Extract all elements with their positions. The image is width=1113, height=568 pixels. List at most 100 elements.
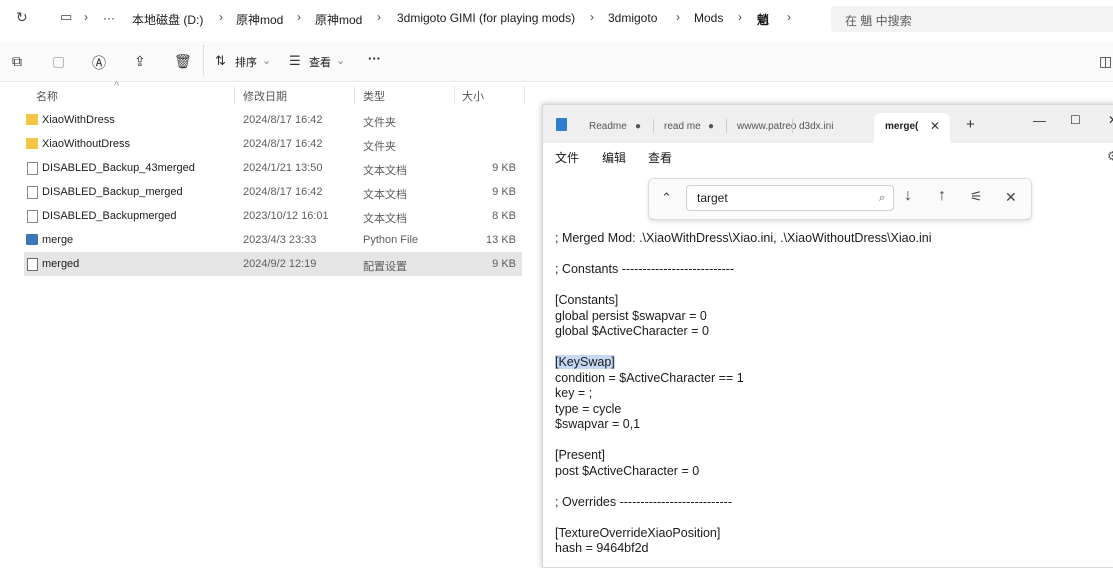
paste-icon[interactable]: ▢ bbox=[52, 53, 65, 70]
file-date: 2024/1/21 13:50 bbox=[243, 162, 323, 174]
file-date: 2024/8/17 16:42 bbox=[243, 138, 323, 150]
file-name: merge bbox=[42, 234, 74, 246]
breadcrumb-ellipsis[interactable]: ··· bbox=[103, 11, 115, 25]
chevron-down-icon: ⌄ bbox=[262, 55, 272, 67]
settings-icon[interactable]: ⚙ bbox=[1107, 149, 1113, 163]
file-row-selected[interactable]: merged 2024/9/2 12:19 配置设置 9 KB bbox=[24, 252, 522, 276]
chevron-right-icon: › bbox=[297, 10, 301, 24]
tab-read-me[interactable]: read me bbox=[664, 121, 701, 132]
text-line: [TextureOverrideXiaoPosition] bbox=[555, 525, 721, 540]
file-name: XiaoWithoutDress bbox=[42, 138, 131, 150]
maximize-icon[interactable]: ☐ bbox=[1070, 113, 1081, 127]
folder-icon bbox=[26, 138, 38, 149]
python-file-icon bbox=[26, 234, 38, 245]
column-type[interactable]: 类型 bbox=[363, 88, 385, 104]
view-button[interactable]: 查看 bbox=[309, 54, 331, 70]
text-line: [Constants] bbox=[555, 293, 619, 307]
tab-divider bbox=[726, 119, 727, 133]
view-icon[interactable]: ☰ bbox=[289, 53, 301, 69]
file-date: 2024/8/17 16:42 bbox=[243, 114, 323, 126]
file-row[interactable]: DISABLED_Backup_43merged 2024/1/21 13:50… bbox=[24, 156, 522, 180]
file-size bbox=[513, 114, 516, 126]
text-line: condition = $ActiveCharacter == 1 bbox=[555, 370, 744, 385]
close-window-icon[interactable]: ✕ bbox=[1108, 113, 1113, 127]
sort-icon[interactable]: ⇅ bbox=[215, 53, 226, 69]
sort-button[interactable]: 排序 bbox=[235, 54, 257, 70]
text-line: hash = 9464bf2d bbox=[555, 541, 649, 555]
text-line: global persist $swapvar = 0 bbox=[555, 308, 707, 323]
file-row[interactable]: XiaoWithDress 2024/8/17 16:42 文件夹 bbox=[24, 108, 522, 132]
tab-readme[interactable]: Readme bbox=[589, 121, 627, 132]
text-line-highlighted: [KeySwap] bbox=[555, 355, 1110, 371]
find-input-value: target bbox=[697, 191, 728, 205]
column-divider[interactable] bbox=[234, 86, 235, 104]
breadcrumb-genshin-mod-1[interactable]: 原神mod bbox=[236, 11, 283, 28]
file-row[interactable]: DISABLED_Backup_merged 2024/8/17 16:42 文… bbox=[24, 180, 522, 204]
config-file-icon bbox=[27, 258, 38, 271]
tab-divider bbox=[653, 119, 654, 133]
chevron-up-icon[interactable]: ⌃ bbox=[661, 190, 672, 206]
file-type: 文本文档 bbox=[363, 189, 407, 201]
text-file-icon bbox=[27, 162, 38, 175]
text-line bbox=[555, 433, 1110, 449]
column-date[interactable]: 修改日期 bbox=[243, 88, 287, 104]
find-input[interactable]: target ⌕ bbox=[686, 185, 894, 211]
tab-d3dx[interactable]: d3dx.ini bbox=[799, 121, 833, 132]
search-icon[interactable]: ⌕ bbox=[879, 186, 885, 210]
text-line bbox=[555, 510, 1110, 526]
menu-file[interactable]: 文件 bbox=[555, 149, 579, 166]
find-options-icon[interactable]: ⚟ bbox=[970, 188, 983, 205]
file-row[interactable]: merge 2023/4/3 23:33 Python File 13 KB bbox=[24, 228, 522, 252]
file-type: 配置设置 bbox=[363, 261, 407, 273]
file-name: DISABLED_Backupmerged bbox=[42, 210, 177, 222]
column-name[interactable]: 名称 bbox=[36, 88, 58, 104]
breadcrumb-drive[interactable]: 本地磁盘 (D:) bbox=[132, 11, 203, 28]
chevron-right-icon: › bbox=[738, 10, 742, 24]
toolbar: ⧉ ▢ Ⓐ ⇪ 🗑 ⇅ 排序 ⌄ ☰ 查看 ⌄ ··· ◫ bbox=[0, 41, 1113, 82]
minimize-icon[interactable]: — bbox=[1033, 113, 1046, 128]
copy-icon[interactable]: ⧉ bbox=[12, 53, 22, 70]
file-type: 文件夹 bbox=[363, 141, 396, 153]
column-divider[interactable] bbox=[454, 86, 455, 104]
share-icon[interactable]: ⇪ bbox=[134, 53, 146, 70]
file-size bbox=[513, 138, 516, 150]
refresh-icon[interactable]: ↻ bbox=[16, 9, 28, 26]
file-type: 文本文档 bbox=[363, 165, 407, 177]
search-input[interactable]: 在 魈 中搜索 bbox=[831, 6, 1113, 32]
breadcrumb-mods[interactable]: Mods bbox=[694, 11, 723, 25]
text-file-icon bbox=[27, 210, 38, 223]
tab-merged-active[interactable]: merge( ✕ bbox=[874, 113, 950, 143]
menu-edit[interactable]: 编辑 bbox=[602, 149, 626, 166]
tab-patreon[interactable]: wwww.patreo bbox=[737, 121, 796, 132]
breadcrumb-genshin-mod-2[interactable]: 原神mod bbox=[315, 11, 362, 28]
arrow-up-icon[interactable]: ↑ bbox=[938, 187, 946, 205]
file-size: 13 KB bbox=[486, 234, 516, 246]
delete-icon[interactable]: 🗑 bbox=[174, 53, 192, 70]
text-line: [Present] bbox=[555, 448, 606, 462]
new-tab-icon[interactable]: + bbox=[966, 116, 975, 133]
notepad-text-area[interactable]: ; Merged Mod: .\XiaoWithDress\Xiao.ini, … bbox=[555, 231, 1110, 557]
file-row[interactable]: XiaoWithoutDress 2024/8/17 16:42 文件夹 bbox=[24, 132, 522, 156]
chevron-right-icon: › bbox=[219, 10, 223, 24]
file-date: 2023/10/12 16:01 bbox=[243, 210, 329, 222]
close-tab-icon[interactable]: ✕ bbox=[930, 119, 940, 133]
close-find-icon[interactable]: ✕ bbox=[1005, 189, 1017, 206]
column-divider[interactable] bbox=[524, 86, 525, 104]
file-name: DISABLED_Backup_merged bbox=[42, 186, 183, 198]
arrow-down-icon[interactable]: ↓ bbox=[904, 187, 912, 205]
file-row[interactable]: DISABLED_Backupmerged 2023/10/12 16:01 文… bbox=[24, 204, 522, 228]
menu-view[interactable]: 查看 bbox=[648, 149, 672, 166]
column-size[interactable]: 大小 bbox=[462, 88, 484, 104]
breadcrumb-3dmigoto-gimi[interactable]: 3dmigoto GIMI (for playing mods) bbox=[397, 11, 575, 25]
file-type: 文本文档 bbox=[363, 213, 407, 225]
column-divider[interactable] bbox=[354, 86, 355, 104]
breadcrumb-xiao[interactable]: 魈 bbox=[757, 11, 769, 28]
more-options-button[interactable]: ··· bbox=[368, 51, 381, 66]
details-pane-icon[interactable]: ◫ bbox=[1099, 53, 1112, 70]
notepad-titlebar[interactable]: Readme ● read me ● wwww.patreo d3dx.ini … bbox=[543, 105, 1113, 143]
rename-icon[interactable]: Ⓐ bbox=[92, 53, 106, 73]
file-size: 9 KB bbox=[492, 258, 516, 270]
notepad-window: Readme ● read me ● wwww.patreo d3dx.ini … bbox=[542, 104, 1113, 568]
breadcrumb-3dmigoto[interactable]: 3dmigoto bbox=[608, 11, 657, 25]
text-line bbox=[555, 278, 1110, 294]
